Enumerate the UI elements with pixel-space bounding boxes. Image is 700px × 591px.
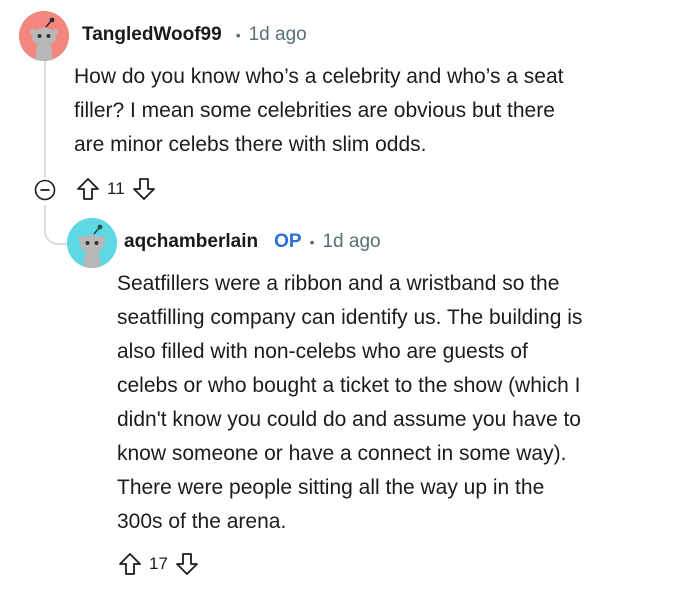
reply-line: also filled with non-celebs who are gues… (117, 340, 528, 363)
downvote-button[interactable] (131, 176, 157, 202)
downvote-button[interactable] (174, 551, 200, 577)
collapse-button[interactable] (33, 178, 57, 202)
thread-line-main[interactable] (44, 60, 46, 178)
reply-body: Seatfillers were a ribbon and a wristban… (117, 267, 687, 539)
reply-line: seatfilling company can identify us. The… (117, 306, 583, 329)
upvote-arrow-icon (77, 178, 99, 200)
vote-count: 11 (107, 179, 125, 198)
reply-line: Seatfillers were a ribbon and a wristban… (117, 272, 560, 295)
reply-author[interactable]: aqchamberlain (124, 231, 258, 253)
reply-line: know someone or have a connect in some w… (117, 442, 567, 465)
reply-line: celebs or who bought a ticket to the sho… (117, 374, 581, 397)
downvote-arrow-icon (132, 178, 155, 200)
op-badge: OP (274, 231, 302, 252)
meta-separator: • (235, 27, 241, 43)
downvote-arrow-icon (176, 553, 198, 575)
reply-line: 300s of the arena. (117, 510, 287, 533)
reply-timestamp: 1d ago (322, 231, 381, 252)
vote-controls: 11 (75, 176, 157, 202)
comment-timestamp: 1d ago (248, 24, 307, 45)
upvote-arrow-icon (119, 553, 141, 575)
comment-line: are minor celebs there with slim odds. (74, 133, 427, 156)
meta-separator: • (309, 234, 315, 250)
avatar[interactable] (19, 11, 69, 61)
comment-line: filler? I mean some celebrities are obvi… (74, 99, 555, 122)
reply-line: didn't know you could do and assume you … (117, 408, 581, 431)
comment-author[interactable]: TangledWoof99 (82, 24, 222, 46)
collapse-minus-icon (34, 179, 56, 201)
comment-line: How do you know who’s a celebrity and wh… (74, 65, 564, 88)
comment-body: How do you know who’s a celebrity and wh… (74, 60, 684, 162)
vote-controls: 17 (117, 551, 200, 577)
avatar[interactable] (67, 218, 117, 268)
vote-count: 17 (149, 554, 168, 573)
upvote-button[interactable] (75, 176, 101, 202)
upvote-button[interactable] (117, 551, 143, 577)
snoo-avatar-icon (19, 11, 69, 61)
snoo-avatar-icon (67, 218, 117, 268)
reply-line: There were people sitting all the way up… (117, 476, 545, 499)
